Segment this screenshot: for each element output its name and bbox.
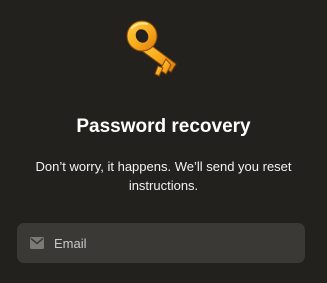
page-title: Password recovery [76,116,251,137]
description-text: Don’t worry, it happens. We’ll send you … [35,159,292,193]
password-recovery-panel: Password recovery Don’t worry, it happen… [0,0,327,283]
email-field[interactable] [17,223,305,263]
key-icon [126,20,177,77]
email-input[interactable] [54,235,294,251]
mail-icon [30,237,44,249]
